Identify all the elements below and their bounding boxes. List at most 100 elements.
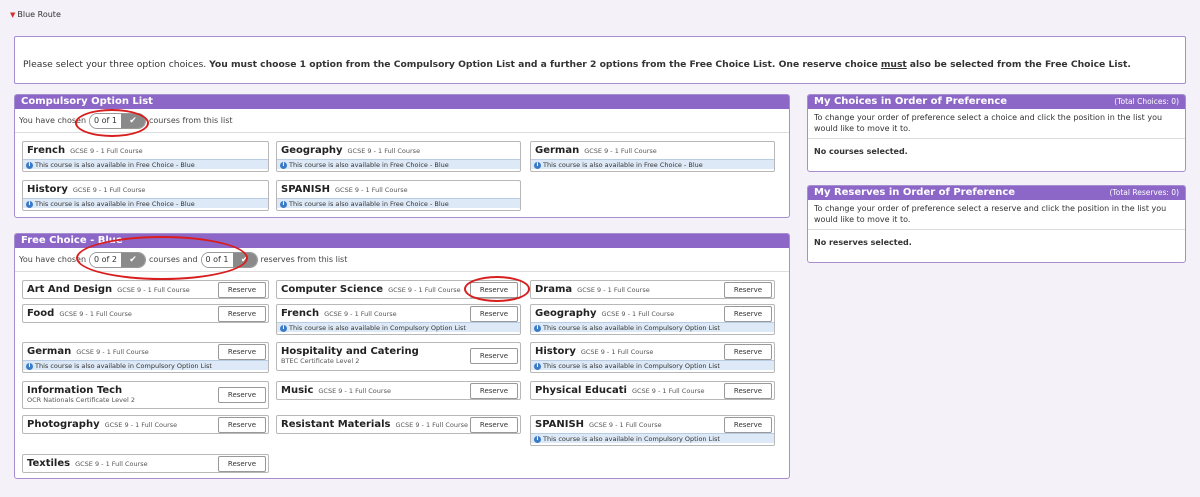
course-info: i This course is also available in Free C… [23, 198, 268, 208]
course-meta: GCSE 9 - 1 Full Course [59, 309, 132, 318]
free-course-card[interactable]: Resistant Materials GCSE 9 - 1 Full Cours… [276, 415, 521, 434]
course-title: Textiles [27, 458, 71, 469]
course-title: Music [281, 385, 314, 396]
reserve-button[interactable]: Reserve [470, 306, 518, 322]
course-meta: GCSE 9 - 1 Full Course [117, 285, 190, 294]
reserve-button[interactable]: Reserve [218, 344, 266, 360]
free-course-card[interactable]: French GCSE 9 - 1 Full Course Reserve i Th… [276, 304, 521, 335]
free-course-card[interactable]: Hospitality and Catering BTEC Certificat… [276, 342, 521, 371]
info-icon: i [280, 200, 287, 208]
free-course-card[interactable]: Drama GCSE 9 - 1 Full Course Reserve [530, 280, 775, 299]
compulsory-course-card[interactable]: German GCSE 9 - 1 Full Course i This cours… [530, 141, 775, 172]
free-course-card[interactable]: Computer Science GCSE 9 - 1 Full Course R… [276, 280, 521, 299]
choices-panel: My Choices in Order of Preference (Total… [807, 94, 1186, 172]
free-course-card[interactable]: Geography GCSE 9 - 1 Full Course Reserve … [530, 304, 775, 335]
collapse-arrow-icon: ▼ [10, 11, 16, 19]
reserve-button[interactable]: Reserve [724, 282, 772, 298]
reserves-help-text: To change your order of preference selec… [808, 200, 1185, 230]
check-icon: ✔ [232, 252, 257, 267]
free-reserves-counter: 0 of 1 ✔ [200, 251, 258, 268]
free-course-card[interactable]: Art And Design GCSE 9 - 1 Full Course Res… [22, 280, 269, 299]
course-info-text: This course is also available in Free Ch… [35, 161, 195, 169]
course-meta: GCSE 9 - 1 Full Course [395, 420, 469, 429]
free-courses-counter: 0 of 2 ✔ [89, 251, 147, 268]
course-meta: GCSE 9 - 1 Full Course [324, 309, 397, 318]
compulsory-course-card[interactable]: Geography GCSE 9 - 1 Full Course i This co… [276, 141, 521, 172]
course-info: i This course is also available in Compul… [277, 322, 520, 332]
course-title: Resistant Materials [281, 419, 391, 430]
course-meta: GCSE 9 - 1 Full Course [72, 185, 146, 194]
course-title: History [27, 184, 68, 195]
free-count-line: You have chosen 0 of 2 ✔ courses and 0 o… [15, 248, 789, 272]
compulsory-course-card[interactable]: History GCSE 9 - 1 Full Course i This cour… [22, 180, 269, 211]
course-info: i This course is also available in Compul… [531, 433, 774, 443]
reserve-button[interactable]: Reserve [724, 383, 772, 399]
compulsory-course-card[interactable]: SPANISH GCSE 9 - 1 Full Course i This cour… [276, 180, 521, 211]
course-info: i This course is also available in Compul… [531, 322, 774, 332]
free-course-card[interactable]: Photography GCSE 9 - 1 Full Course Reserv… [22, 415, 269, 434]
course-title: Geography [281, 145, 343, 156]
free-course-card[interactable]: Food GCSE 9 - 1 Full Course Reserve [22, 304, 269, 323]
info-icon: i [280, 324, 287, 332]
info-icon: i [280, 161, 287, 169]
instructions-bold-a: You must choose 1 option from the Compul… [209, 59, 878, 70]
free-course-card[interactable]: SPANISH GCSE 9 - 1 Full Course Reserve iT… [530, 415, 775, 446]
course-meta: GCSE 9 - 1 Full Course [347, 146, 421, 155]
free-count-suffix: reserves from this list [260, 255, 348, 264]
reserve-button[interactable]: Reserve [470, 417, 518, 433]
course-title: French [27, 145, 66, 156]
reserve-button[interactable]: Reserve [218, 387, 266, 403]
free-count-prefix: You have chosen [19, 255, 87, 264]
free-course-card[interactable]: Textiles GCSE 9 - 1 Full Course Reserve [22, 454, 269, 473]
reserve-button[interactable]: Reserve [218, 306, 266, 322]
reserve-button[interactable]: Reserve [470, 282, 518, 298]
info-icon: i [534, 324, 541, 332]
instructions-plain: Please select your three option choices. [23, 59, 207, 70]
course-title: Art And Design [27, 284, 113, 295]
choices-help-text: To change your order of preference selec… [808, 109, 1185, 139]
free-choice-panel-title: Free Choice - Blue [15, 234, 789, 248]
course-meta: GCSE 9 - 1 Full Course [388, 285, 461, 294]
course-info-text: This course is also available in Compuls… [543, 362, 720, 370]
course-meta: GCSE 9 - 1 Full Course [577, 285, 650, 294]
instructions-bold-b: also be selected from the Free Choice Li… [909, 59, 1131, 70]
compulsory-count-suffix: courses from this list [149, 116, 233, 125]
reserves-panel: My Reserves in Order of Preference (Tota… [807, 185, 1186, 263]
info-icon: i [26, 362, 33, 370]
reserve-button[interactable]: Reserve [470, 348, 518, 364]
course-title: Photography [27, 419, 100, 430]
free-course-card[interactable]: Information Tech OCR Nationals Certifica… [22, 381, 269, 409]
reserve-button[interactable]: Reserve [470, 383, 518, 399]
course-title: Hospitality and Catering [281, 346, 419, 357]
course-info-text: This course is also available in Free Ch… [543, 161, 703, 169]
reserve-button[interactable]: Reserve [218, 282, 266, 298]
free-course-card[interactable]: Music GCSE 9 - 1 Full Course Reserve [276, 381, 521, 400]
choices-panel-header: My Choices in Order of Preference (Total… [808, 95, 1185, 109]
reserve-button[interactable]: Reserve [724, 306, 772, 322]
info-icon: i [534, 161, 541, 169]
free-course-card[interactable]: German GCSE 9 - 1 Full Course Reserve i Th… [22, 342, 269, 373]
reserves-panel-title: My Reserves in Order of Preference [814, 187, 1016, 198]
course-info-text: This course is also available in Free Ch… [289, 200, 449, 208]
check-icon: ✔ [121, 113, 146, 128]
check-icon: ✔ [121, 252, 146, 267]
course-meta: GCSE 9 - 1 Full Course [70, 146, 143, 155]
info-icon: i [26, 200, 33, 208]
course-info: i This course is also available in Free C… [531, 159, 774, 169]
free-course-card[interactable]: History GCSE 9 - 1 Full Course Reserve iT… [530, 342, 775, 373]
course-title: SPANISH [535, 419, 585, 430]
reserve-button[interactable]: Reserve [724, 417, 772, 433]
compulsory-course-card[interactable]: French GCSE 9 - 1 Full Course i This cours… [22, 141, 269, 172]
free-count-middle: courses and [149, 255, 198, 264]
choices-total: (Total Choices: 0) [1114, 97, 1179, 106]
section-toggle-blue-route[interactable]: ▼ Blue Route [10, 10, 61, 19]
info-icon: i [534, 435, 541, 443]
course-info-text: This course is also available in Free Ch… [289, 161, 449, 169]
free-course-card[interactable]: Physical Educati GCSE 9 - 1 Full Course R… [530, 381, 775, 400]
reserve-button[interactable]: Reserve [724, 344, 772, 360]
course-info-text: This course is also available in Compuls… [289, 324, 466, 332]
reserve-button[interactable]: Reserve [218, 417, 266, 433]
reserve-button[interactable]: Reserve [218, 456, 266, 472]
free-courses-counter-value: 0 of 2 [90, 252, 122, 267]
choices-empty: No courses selected. [814, 147, 908, 156]
